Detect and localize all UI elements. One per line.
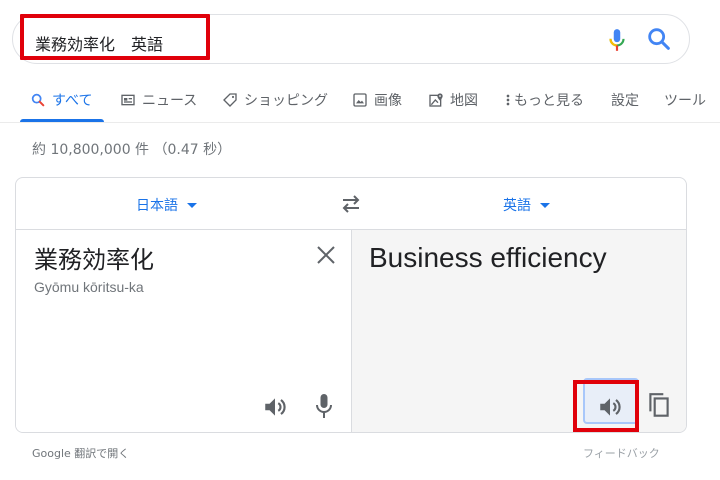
tab-maps[interactable]: 地図 xyxy=(428,90,478,126)
close-icon[interactable] xyxy=(315,244,337,266)
chevron-down-icon xyxy=(540,202,550,208)
tab-tools[interactable]: ツール xyxy=(664,90,706,126)
copy-icon[interactable] xyxy=(646,392,672,420)
swap-languages-icon[interactable] xyxy=(339,193,363,215)
tab-label: ツール xyxy=(664,93,706,109)
translated-text: Business efficiency xyxy=(369,242,607,273)
tab-shopping[interactable]: ショッピング xyxy=(222,90,328,126)
more-vertical-icon xyxy=(506,94,510,106)
feedback-link[interactable]: フィードバック xyxy=(583,445,660,461)
tag-icon xyxy=(223,93,237,107)
tab-news[interactable]: ニュース xyxy=(120,90,197,126)
target-language-select[interactable]: 英語 xyxy=(503,195,550,215)
search-tabs: すべて ニュース ショッピング 画像 地図 もっと見る 設定 ツール xyxy=(0,86,720,122)
tab-label: 画像 xyxy=(374,93,402,109)
tab-label: すべて xyxy=(52,93,93,109)
source-language-select[interactable]: 日本語 xyxy=(136,195,197,215)
tab-label: ショッピング xyxy=(244,93,328,109)
search-icon[interactable] xyxy=(645,25,673,53)
chevron-down-icon xyxy=(187,202,197,208)
tab-label: 地図 xyxy=(450,93,478,109)
target-language-label: 英語 xyxy=(503,198,531,214)
microphone-icon[interactable] xyxy=(604,27,630,53)
tab-settings[interactable]: 設定 xyxy=(611,90,639,126)
source-pane[interactable]: 業務効率化 Gyōmu kōritsu-ka xyxy=(16,230,351,432)
tab-label: ニュース xyxy=(142,93,198,109)
source-romanization: Gyōmu kōritsu-ka xyxy=(34,279,144,295)
microphone-icon[interactable] xyxy=(312,392,336,420)
search-icon xyxy=(31,93,45,107)
speaker-icon[interactable] xyxy=(262,394,288,420)
query-highlight-box xyxy=(20,14,210,60)
tabs-divider xyxy=(0,122,720,123)
map-icon xyxy=(429,93,443,107)
tab-label: もっと見る xyxy=(514,93,584,109)
tab-more[interactable]: もっと見る xyxy=(504,90,584,126)
language-row: 日本語 英語 xyxy=(16,178,686,230)
image-icon xyxy=(353,93,367,107)
source-language-label: 日本語 xyxy=(136,198,178,214)
tab-images[interactable]: 画像 xyxy=(352,90,402,126)
speaker-highlight-box xyxy=(573,380,639,432)
tab-label: 設定 xyxy=(611,93,639,109)
open-in-translate-link[interactable]: Google 翻訳で開く xyxy=(32,445,129,461)
result-stats: 約 10,800,000 件 （0.47 秒） xyxy=(32,142,232,158)
source-text[interactable]: 業務効率化 xyxy=(34,240,154,275)
news-icon xyxy=(121,94,135,106)
